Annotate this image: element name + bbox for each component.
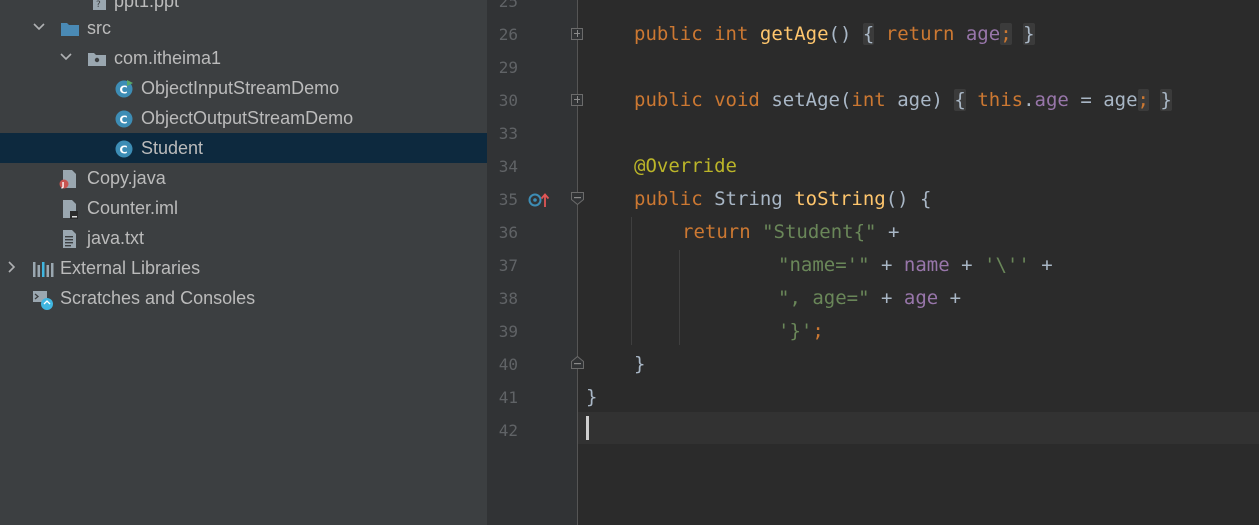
tree-item-label: ObjectInputStreamDemo [141, 78, 340, 98]
tree-item-label: Scratches and Consoles [60, 288, 256, 308]
package-icon [87, 49, 107, 69]
indent-guide [631, 217, 632, 345]
code-line-30[interactable]: public void setAge(int age) { this.age =… [634, 88, 1172, 112]
java-class-icon: C [114, 109, 134, 129]
indent-guide [679, 250, 680, 345]
line-number: 35 [498, 190, 518, 209]
line-number: 37 [498, 256, 518, 275]
code-line-39[interactable]: '}'; [778, 319, 824, 343]
tree-item-package[interactable]: com.itheima1 [0, 43, 487, 73]
tree-item-scratches[interactable]: Scratches and Consoles [0, 283, 487, 313]
line-number: 42 [498, 421, 518, 440]
tree-item-label: src [87, 18, 111, 38]
tree-item-label: ObjectOutputStreamDemo [141, 108, 354, 128]
tree-item-copy-java[interactable]: J Copy.java [0, 163, 487, 193]
tree-item-java-txt[interactable]: java.txt [0, 223, 487, 253]
line-number: 41 [498, 388, 518, 407]
code-line-38[interactable]: ", age=" + age + [778, 286, 961, 310]
svg-text:C: C [120, 84, 128, 97]
chevron-right-icon[interactable] [4, 253, 20, 283]
tree-item-label: Copy.java [87, 168, 166, 188]
line-number: 38 [498, 289, 518, 308]
svg-text:J: J [61, 181, 65, 189]
line-number: 30 [498, 91, 518, 110]
tree-item-student[interactable]: C Student [0, 133, 487, 163]
svg-text:C: C [120, 114, 128, 127]
current-line-highlight [578, 412, 1259, 444]
line-number: 36 [498, 223, 518, 242]
code-line-37[interactable]: "name='" + name + '\'' + [778, 253, 1053, 277]
gutter-separator [577, 0, 578, 525]
chevron-down-icon[interactable] [58, 43, 74, 73]
line-number: 39 [498, 322, 518, 341]
tree-item-label: Student [141, 138, 204, 158]
code-line-26[interactable]: public int getAge() { return age; } [634, 22, 1035, 46]
line-number: 33 [498, 124, 518, 143]
code-line-34[interactable]: @Override [634, 154, 737, 178]
fold-expand-icon[interactable] [571, 28, 583, 40]
fold-expand-icon[interactable] [571, 94, 583, 106]
tree-item-label: com.itheima1 [114, 48, 222, 68]
source-folder-icon [60, 19, 80, 39]
text-cursor [586, 416, 589, 440]
tree-item-label: java.txt [87, 228, 145, 248]
code-line-36[interactable]: return "Student{" + [682, 220, 899, 244]
libraries-icon [32, 259, 54, 279]
svg-text:?: ? [96, 0, 101, 10]
line-number: 34 [498, 157, 518, 176]
svg-text:C: C [120, 144, 128, 157]
tree-item-external-libraries[interactable]: External Libraries [0, 253, 487, 283]
tree-item-objectinputstreamdemo[interactable]: C ObjectInputStreamDemo [0, 73, 487, 103]
line-number: 26 [498, 25, 518, 44]
code-line-35[interactable]: public String toString() { [634, 187, 931, 211]
line-number: 25 [498, 0, 518, 11]
tree-item-counter-iml[interactable]: Counter.iml [0, 193, 487, 223]
tree-item-label: ppt1.ppt [114, 0, 180, 11]
tree-item-label: Counter.iml [87, 198, 179, 218]
java-class-runnable-icon: C [114, 79, 134, 99]
iml-file-icon [59, 199, 79, 219]
scratches-icon [32, 289, 53, 310]
tree-item-label: External Libraries [60, 258, 201, 278]
java-class-icon: C [114, 139, 134, 159]
fold-collapse-icon[interactable] [571, 192, 585, 211]
fold-end-icon[interactable] [571, 355, 585, 374]
chevron-down-icon[interactable] [31, 13, 47, 43]
project-tree-panel: ? ppt1.ppt src com.itheima1 C ObjectInpu… [0, 0, 487, 525]
text-file-icon [59, 229, 79, 249]
ppt-file-icon: ? [90, 0, 110, 12]
java-file-icon: J [59, 169, 79, 189]
code-line-41[interactable]: } [586, 385, 597, 409]
override-method-icon[interactable] [528, 190, 550, 210]
editor-gutter: 25 26 29 30 33 34 35 36 37 38 39 40 41 4… [487, 0, 577, 525]
code-line-40[interactable]: } [634, 352, 645, 376]
tree-item-objectoutputstreamdemo[interactable]: C ObjectOutputStreamDemo [0, 103, 487, 133]
line-number: 29 [498, 58, 518, 77]
tree-item-src[interactable]: src [0, 13, 487, 43]
line-number: 40 [498, 355, 518, 374]
